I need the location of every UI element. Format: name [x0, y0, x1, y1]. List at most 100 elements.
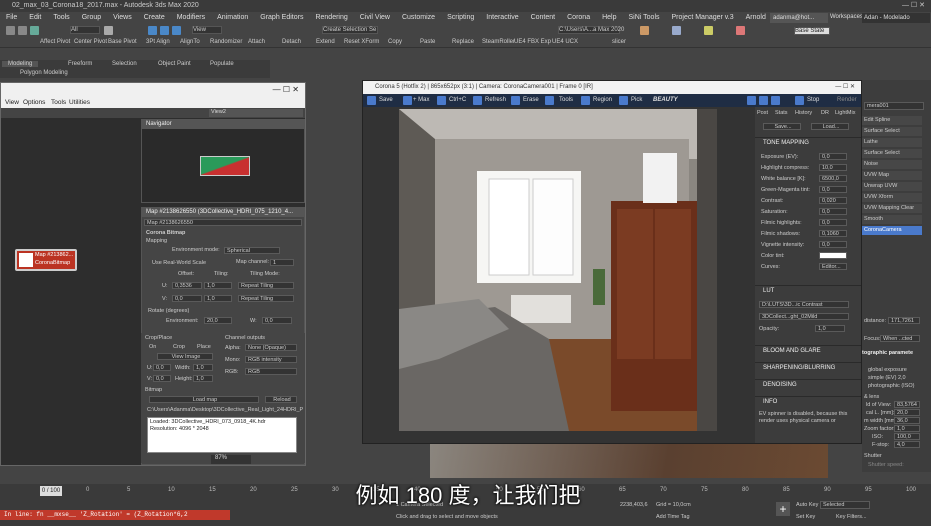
auto-key-button[interactable]: Auto Key — [796, 502, 818, 508]
base-pivot-button[interactable]: Base Pivot — [108, 39, 137, 45]
render-icon[interactable] — [736, 26, 745, 35]
3pt-align-button[interactable]: 3Pt Align — [146, 39, 170, 45]
slate-menu-options[interactable]: Options — [23, 99, 45, 106]
paste-button[interactable]: Paste — [420, 39, 435, 45]
modifier-stack-item[interactable]: Surface Select — [862, 149, 922, 158]
project-folder-dropdown[interactable]: C:\Users\A...a Max 2020 — [558, 26, 624, 34]
crop-v-field[interactable]: 0,0 — [153, 375, 171, 382]
tab-stats[interactable]: Stats — [775, 110, 788, 116]
crop-u-field[interactable]: 0,0 — [153, 364, 171, 371]
real-world-scale-checkbox[interactable]: Use Real-World Scale — [152, 260, 206, 266]
detach-button[interactable]: Detach — [282, 39, 301, 45]
modifier-stack-item[interactable]: Surface Select — [862, 127, 922, 136]
reload-button[interactable]: Reload — [265, 396, 297, 403]
slate-menu-utilities[interactable]: Utilities — [69, 99, 90, 106]
rotate-icon[interactable] — [160, 26, 169, 35]
object-name-field[interactable]: mera001 — [864, 102, 924, 110]
stop-icon[interactable] — [795, 96, 804, 105]
map-channel-field[interactable]: 1 — [270, 259, 294, 266]
refresh-icon[interactable] — [473, 96, 482, 105]
vfb-render-button[interactable]: Render — [837, 97, 857, 103]
tone-param-field[interactable]: Editor... — [819, 263, 847, 270]
menu-modifiers[interactable]: Modifiers — [171, 12, 211, 24]
render-frame-icon[interactable] — [704, 26, 713, 35]
zoom-out-icon[interactable] — [771, 96, 780, 105]
render-setup-icon[interactable] — [672, 26, 681, 35]
tab-lightmix[interactable]: LightMix — [835, 110, 855, 116]
coord-x[interactable]: 2238,403,6 — [620, 502, 648, 508]
crop-radio[interactable]: Crop — [173, 344, 185, 350]
key-filters-button[interactable]: Key Filters... — [836, 514, 867, 520]
copy-icon[interactable] — [437, 96, 446, 105]
redo-icon[interactable] — [18, 26, 27, 35]
menu-content[interactable]: Content — [525, 12, 562, 24]
user-account[interactable]: adanma@hot... — [770, 13, 828, 23]
tone-param-field[interactable]: 6500,0 — [819, 175, 847, 182]
align-to-button[interactable]: AlignTo — [180, 39, 200, 45]
select-object-icon[interactable] — [104, 26, 113, 35]
tone-param-field[interactable]: 0,1060 — [819, 230, 847, 237]
post-load-button[interactable]: Load... — [811, 123, 849, 130]
vfb-copy-button[interactable]: Ctrl+C — [449, 97, 466, 103]
add-time-tag[interactable]: Add Time Tag — [656, 514, 690, 520]
menu-file[interactable]: File — [0, 12, 23, 24]
key-selected-dropdown[interactable]: Selected — [820, 501, 870, 509]
modifier-stack-item[interactable]: UVW Mapping Clear — [862, 204, 922, 213]
vfb-to-max-button[interactable]: + Max — [413, 97, 430, 103]
ribbon-polygon-modeling[interactable]: Polygon Modeling — [20, 70, 68, 76]
crop-on-checkbox[interactable]: On — [149, 344, 156, 350]
u-tiling-field[interactable]: 1,0 — [204, 282, 232, 289]
fov-field[interactable]: 83,5764 — [894, 401, 920, 408]
selection-filter-dropdown[interactable]: All — [70, 26, 100, 34]
attach-button[interactable]: Attach — [248, 39, 265, 45]
crop-height-field[interactable]: 1,0 — [193, 375, 213, 382]
vfb-save-button[interactable]: Save — [379, 97, 393, 103]
info-section[interactable]: INFO — [755, 396, 861, 406]
w-rotate-field[interactable]: 0,0 — [262, 317, 292, 324]
sharpening-section[interactable]: SHARPENING/BLURRING — [755, 362, 861, 372]
tone-param-field[interactable]: 0,020 — [819, 197, 847, 204]
menu-edit[interactable]: Edit — [23, 12, 47, 24]
zoom-fit-icon[interactable] — [747, 96, 756, 105]
menu-project-manager-v-3[interactable]: Project Manager v.3 — [666, 12, 740, 24]
pick-icon[interactable] — [619, 96, 628, 105]
render-image[interactable] — [399, 109, 717, 431]
color-tint-swatch[interactable] — [819, 252, 847, 259]
modifier-stack-item[interactable]: Unwrap UVW — [862, 182, 922, 191]
lut-select-dropdown[interactable]: 3DCollect...ght_02Mild — [759, 313, 849, 320]
iso-field[interactable]: 100,0 — [894, 433, 920, 440]
alpha-dropdown[interactable]: None (Opaque) — [245, 344, 297, 351]
scale-icon[interactable] — [172, 26, 181, 35]
named-selection-dropdown[interactable]: Create Selection Se — [322, 26, 378, 34]
slate-menu-tools[interactable]: Tools — [51, 99, 66, 106]
workspace-dropdown[interactable]: Adan - Modelado — [862, 13, 930, 23]
tools-icon[interactable] — [545, 96, 554, 105]
tone-param-field[interactable]: 0,0 — [819, 186, 847, 193]
menu-customize[interactable]: Customize — [396, 12, 441, 24]
global-exposure[interactable]: global exposure — [868, 367, 907, 373]
affect-pivot-button[interactable]: Affect Pivot — [40, 39, 70, 45]
fstop-field[interactable]: 4,0 — [894, 441, 920, 448]
set-key-plus-icon[interactable]: + — [776, 502, 790, 516]
modifier-stack-item[interactable]: Edit Spline — [862, 116, 922, 125]
load-map-button[interactable]: Load map — [149, 396, 259, 403]
menu-scripting[interactable]: Scripting — [441, 12, 480, 24]
vfb-stop-button[interactable]: Stop — [807, 97, 819, 103]
env-rotate-field[interactable]: 20,0 — [204, 317, 232, 324]
place-radio[interactable]: Place — [197, 344, 211, 350]
photographic-params-header[interactable]: tographic paramete — [862, 350, 913, 356]
center-pivot-button[interactable]: Center Pivot — [74, 39, 107, 45]
tab-history[interactable]: History — [795, 110, 812, 116]
window-controls[interactable]: — ☐ ✕ — [902, 0, 925, 12]
maxscript-listener[interactable]: In line: fn __mxse__ 'Z_Rotation' = (Z_R… — [0, 510, 230, 520]
view-image-button[interactable]: View Image — [157, 353, 213, 360]
bloom-glare-section[interactable]: BLOOM AND GLARE — [755, 345, 861, 355]
vfb-refresh-button[interactable]: Refresh — [485, 97, 506, 103]
ue4-ucx-button[interactable]: UE4 UCX — [552, 39, 578, 45]
distance-field[interactable]: 171,7261 — [888, 317, 920, 324]
navigator-preview[interactable] — [200, 156, 250, 176]
vfb-region-button[interactable]: Region — [593, 97, 612, 103]
max-icon[interactable] — [403, 96, 412, 105]
tone-param-field[interactable]: 0,0 — [819, 219, 847, 226]
reset-xform-button[interactable]: Reset XForm — [344, 39, 379, 45]
